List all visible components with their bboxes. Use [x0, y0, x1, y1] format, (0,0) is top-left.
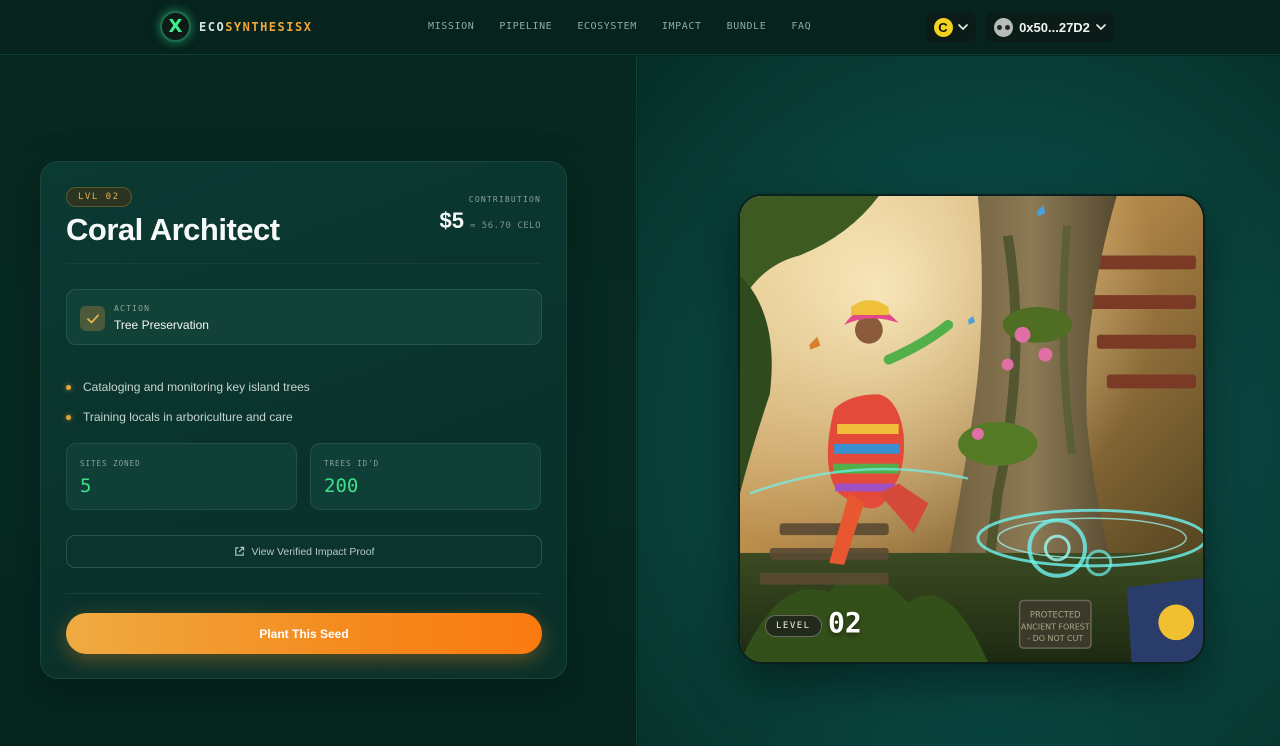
nft-artwork-card[interactable]: PROTECTED ANCIENT FOREST - DO NOT CUT LE… [738, 194, 1205, 664]
nav-faq[interactable]: FAQ [791, 21, 811, 32]
checkmark-icon [80, 306, 105, 331]
network-selector-button[interactable]: C [925, 12, 976, 42]
brand-logo[interactable]: X ECOSYNTHESISX [160, 11, 312, 42]
nft-level-label: LEVEL [765, 615, 822, 637]
list-item: Cataloging and monitoring key island tre… [66, 372, 310, 402]
nav-pipeline[interactable]: PIPELINE [499, 21, 552, 32]
action-label: ACTION [114, 304, 151, 313]
bullet-dot-icon [66, 384, 71, 390]
level-badge: LVL 02 [66, 187, 132, 207]
celo-coin-icon: C [933, 17, 953, 37]
stat-sites-zoned: SITES ZONED 5 [66, 443, 297, 510]
stat-trees-identified: TREES ID'D 200 [310, 443, 541, 510]
alien-avatar-icon [994, 17, 1014, 37]
plant-seed-button[interactable]: Plant This Seed [66, 613, 542, 654]
action-value: Tree Preservation [114, 318, 209, 332]
top-navbar: X ECOSYNTHESISX MISSION PIPELINE ECOSYST… [0, 0, 1280, 55]
contribution-label: CONTRIBUTION [468, 195, 541, 204]
nav-ecosystem[interactable]: ECOSYSTEM [577, 21, 637, 32]
sign-text: ANCIENT FOREST [1021, 622, 1090, 631]
nav-bundle[interactable]: BUNDLE [727, 21, 767, 32]
action-card[interactable]: ACTION Tree Preservation [66, 289, 542, 345]
card-title: Coral Architect [66, 212, 280, 247]
sign-text: - DO NOT CUT [1027, 634, 1083, 643]
seed-details-card: LVL 02 Coral Architect CONTRIBUTION $5 ≈… [40, 161, 567, 679]
chevron-down-icon [957, 24, 968, 30]
view-impact-proof-button[interactable]: View Verified Impact Proof [66, 535, 542, 568]
nav-mission[interactable]: MISSION [428, 21, 474, 32]
logo-x-icon: X [160, 11, 191, 42]
main-nav: MISSION PIPELINE ECOSYSTEM IMPACT BUNDLE… [428, 21, 811, 32]
activity-list: Cataloging and monitoring key island tre… [66, 372, 310, 432]
list-item: Training locals in arboriculture and car… [66, 402, 310, 432]
wallet-address: 0x50...27D2 [1019, 19, 1090, 35]
external-link-icon [234, 546, 244, 556]
divider [66, 593, 541, 594]
nft-level-number: 02 [828, 606, 862, 639]
divider [66, 263, 541, 264]
contribution-celo: ≈ 56.70 CELO [469, 221, 541, 231]
brand-name: ECOSYNTHESISX [199, 19, 313, 34]
chevron-down-icon [1096, 24, 1106, 30]
contribution-amount: $5 ≈ 56.70 CELO [439, 208, 541, 234]
bullet-dot-icon [66, 414, 71, 420]
wallet-account-button[interactable]: 0x50...27D2 [985, 12, 1115, 42]
nav-impact[interactable]: IMPACT [662, 21, 702, 32]
sign-text: PROTECTED [1030, 609, 1081, 619]
nft-artwork-image: PROTECTED ANCIENT FOREST - DO NOT CUT [740, 196, 1203, 662]
contribution-usd: $5 [439, 208, 464, 233]
